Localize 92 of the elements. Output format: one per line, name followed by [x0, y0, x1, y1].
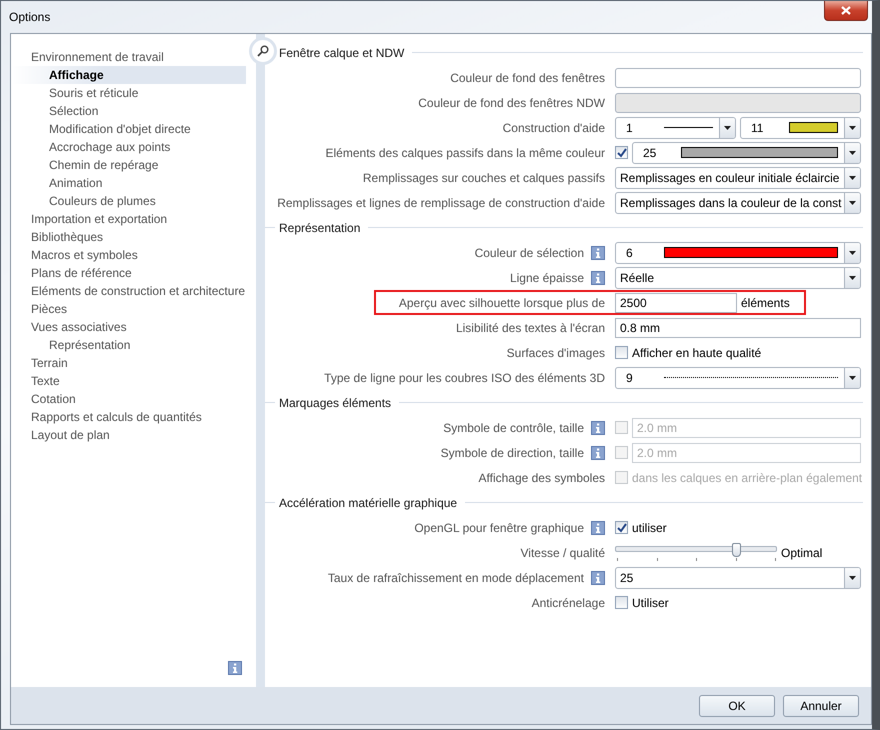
field-label: Affichage des symboles	[478, 470, 605, 484]
caret-icon	[849, 276, 856, 280]
field-label: Remplissages et lignes de remplissage de construction d'aide	[277, 196, 605, 210]
info-icon[interactable]	[591, 270, 605, 284]
close-button[interactable]	[824, 1, 868, 21]
checkbox-label: Utiliser	[632, 596, 669, 610]
caret-icon	[849, 176, 856, 180]
field-label: Surfaces d'images	[506, 346, 605, 360]
caret-icon	[849, 200, 856, 204]
dropdown[interactable]: 25	[632, 142, 861, 164]
field-label: Anticrénelage	[532, 596, 605, 610]
sidebar-item[interactable]: Animation	[11, 174, 246, 192]
checkbox[interactable]	[615, 596, 628, 609]
field-label: Construction d'aide	[502, 120, 605, 134]
checkbox[interactable]	[615, 146, 628, 159]
caret-icon	[849, 576, 856, 580]
line-sample	[664, 127, 713, 128]
input-field[interactable]: 2500	[615, 292, 737, 312]
slider-label: Optimal	[781, 546, 822, 560]
field-label: Type de ligne pour les coubres ISO des éléments 3D	[324, 370, 605, 384]
checkbox[interactable]	[615, 346, 628, 359]
sidebar-item[interactable]: Bibliothèques	[11, 228, 246, 246]
slider-thumb[interactable]	[732, 542, 740, 556]
info-icon[interactable]	[591, 246, 605, 260]
field-label: Symbole de direction, taille	[440, 446, 584, 460]
sidebar-item[interactable]: Importation et exportation	[11, 210, 246, 228]
cancel-button[interactable]: Annuler	[783, 694, 859, 716]
field-label: Lisibilité des textes à l'écran	[456, 320, 605, 334]
search-button[interactable]	[249, 37, 277, 65]
section-title: Fenêtre calque et NDW	[278, 46, 406, 60]
sidebar-item[interactable]: Accrochage aux points	[11, 138, 246, 156]
sidebar-item[interactable]: Couleurs de plumes	[11, 192, 246, 210]
checkmark-icon	[616, 148, 626, 158]
sidebar-item[interactable]: Pièces	[11, 300, 246, 318]
sidebar-item[interactable]: Représentation	[11, 336, 246, 354]
sidebar-item[interactable]: Rapports et calculs de quantités	[11, 408, 246, 426]
checkbox-label: Afficher en haute qualité	[632, 346, 762, 360]
field-label: Eléments des calques passifs dans la même couleur	[326, 146, 605, 160]
section-title: Marquages éléments	[278, 396, 392, 410]
checkbox[interactable]	[615, 521, 628, 534]
sidebar-item[interactable]: Chemin de repérage	[11, 156, 246, 174]
field-label: Couleur de fond des fenêtres NDW	[418, 96, 605, 110]
field-label: Aperçu avec silhouette lorsque plus de	[398, 296, 605, 310]
checkmark-icon	[616, 522, 626, 532]
slider[interactable]	[615, 542, 777, 562]
caret-icon	[849, 250, 856, 254]
dropdown[interactable]: 1	[615, 116, 736, 138]
color-field[interactable]	[615, 68, 861, 88]
sidebar-item[interactable]: Environnement de travail	[11, 48, 246, 66]
info-icon[interactable]	[228, 661, 242, 675]
checkbox-label: utiliser	[632, 520, 667, 534]
sidebar-item[interactable]: Cotation	[11, 390, 246, 408]
info-icon[interactable]	[591, 520, 605, 534]
field-label: Couleur de fond des fenêtres	[450, 70, 605, 84]
sidebar-item[interactable]: Souris et réticule	[11, 84, 246, 102]
dropdown[interactable]: Remplissages dans la couleur de la const	[615, 192, 861, 214]
unit-label: éléments	[741, 296, 790, 310]
field-label: Vitesse / qualité	[520, 546, 605, 560]
dropdown[interactable]: 6	[615, 242, 861, 264]
sidebar-item[interactable]: Vues associatives	[11, 318, 246, 336]
sidebar-item[interactable]: Modification d'objet directe	[11, 120, 246, 138]
close-icon	[841, 6, 851, 15]
sidebar-item[interactable]: Plans de référence	[11, 264, 246, 282]
field-label: Taux de rafraîchissement en mode déplacement	[328, 570, 584, 584]
sidebar-item[interactable]: Texte	[11, 372, 246, 390]
sidebar-item[interactable]: Layout de plan	[11, 426, 246, 444]
field-label: Symbole de contrôle, taille	[443, 420, 584, 434]
dropdown[interactable]: 11	[740, 116, 861, 138]
ok-button[interactable]: OK	[699, 694, 775, 716]
field-label: Ligne épaisse	[510, 270, 584, 284]
sidebar-item[interactable]: Macros et symboles	[11, 246, 246, 264]
section-title: Représentation	[278, 220, 362, 234]
caret-icon	[724, 126, 731, 130]
window-title: Options	[9, 10, 50, 24]
field-label: Couleur de sélection	[474, 246, 584, 260]
dropdown[interactable]: Remplissages en couleur initiale éclaircie	[615, 166, 861, 188]
search-icon	[257, 45, 269, 57]
field-label: OpenGL pour fenêtre graphique	[414, 520, 584, 534]
section-title: Accélération matérielle graphique	[278, 496, 458, 510]
input-field[interactable]: 0.8 mm	[615, 318, 861, 338]
dropdown[interactable]: 25	[615, 566, 861, 588]
checkbox-label: dans les calques en arrière-plan également	[632, 470, 862, 484]
field-label: Remplissages sur couches et calques passifs	[362, 170, 605, 184]
dropdown[interactable]: 9	[615, 366, 861, 388]
caret-icon	[849, 126, 856, 130]
sidebar-item[interactable]: Terrain	[11, 354, 246, 372]
dropdown[interactable]: Réelle	[615, 266, 861, 288]
caret-icon	[849, 150, 856, 154]
sidebar-item[interactable]: Sélection	[11, 102, 246, 120]
info-icon[interactable]	[591, 570, 605, 584]
sidebar-item[interactable]: Eléments de construction et architecture	[11, 282, 246, 300]
caret-icon	[849, 376, 856, 380]
